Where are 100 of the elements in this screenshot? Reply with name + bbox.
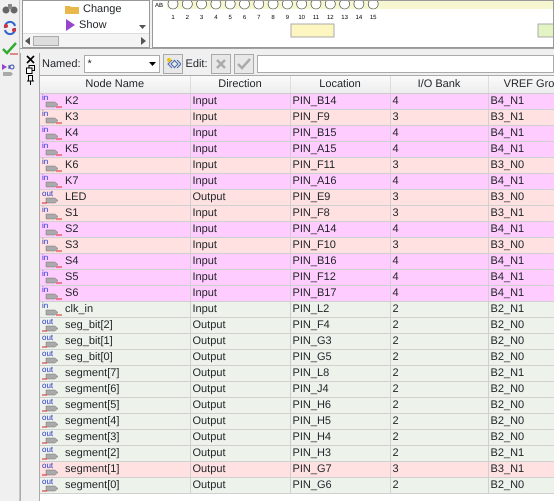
table-row[interactable]: out segment[5] Output PIN_H6 2 B2_N0 <box>40 397 554 413</box>
filter-button[interactable] <box>162 54 183 74</box>
node-name: clk_in <box>65 302 94 316</box>
table-row[interactable]: out seg_bit[0] Output PIN_G5 2 B2_N0 <box>40 349 554 365</box>
checkmark-icon <box>236 58 251 70</box>
node-name: K5 <box>65 142 78 156</box>
node-name: S1 <box>65 206 78 220</box>
tree-item[interactable]: Show <box>79 16 107 33</box>
refresh-icon[interactable] <box>2 20 18 36</box>
node-name: segment[3] <box>65 430 120 444</box>
table-cell: 2 <box>390 333 488 349</box>
table-cell: B4_N1 <box>488 173 554 189</box>
named-dropdown[interactable]: * <box>84 55 160 73</box>
table-cell: B2_N0 <box>488 381 554 397</box>
table-row[interactable]: out segment[4] Output PIN_H5 2 B2_N0 <box>40 413 554 429</box>
table-row[interactable]: in S2 Input PIN_A14 4 B4_N1 <box>40 221 554 237</box>
scroll-down-icon[interactable] <box>139 25 146 29</box>
play-icon <box>65 19 75 31</box>
table-cell: 2 <box>390 445 488 461</box>
node-name: S2 <box>65 222 78 236</box>
arrows-icon <box>164 57 181 71</box>
table-row[interactable]: in K2 Input PIN_B14 4 B4_N1 <box>40 93 554 109</box>
table-cell: B2_N1 <box>488 445 554 461</box>
table-cell: Output <box>190 445 290 461</box>
table-cell: PIN_L8 <box>290 365 390 381</box>
table-row[interactable]: in clk_in Input PIN_L2 2 B2_N1 <box>40 301 554 317</box>
table-row[interactable]: out segment[7] Output PIN_L8 2 B2_N1 <box>40 365 554 381</box>
table-row[interactable]: out LED Output PIN_E9 3 B3_N0 <box>40 189 554 205</box>
node-name: segment[1] <box>65 462 120 476</box>
table-row[interactable]: in K7 Input PIN_A16 4 B4_N1 <box>40 173 554 189</box>
node-name: seg_bit[0] <box>65 350 113 364</box>
table-cell: 2 <box>390 301 488 317</box>
node-name: seg_bit[2] <box>65 318 113 332</box>
pin-icon[interactable] <box>26 75 34 85</box>
table-cell: B3_N0 <box>488 157 554 173</box>
table-row[interactable]: out segment[6] Output PIN_J4 2 B2_N0 <box>40 381 554 397</box>
table-row[interactable]: in S6 Input PIN_B17 4 B4_N1 <box>40 285 554 301</box>
close-icon[interactable] <box>26 55 34 64</box>
scroll-right-icon[interactable] <box>141 36 147 44</box>
table-cell: 3 <box>390 157 488 173</box>
table-cell: Output <box>190 413 290 429</box>
restore-icon[interactable] <box>26 65 34 74</box>
edit-label: Edit: <box>186 56 208 72</box>
table-cell: Output <box>190 189 290 205</box>
table-row[interactable]: in S3 Input PIN_F10 3 B3_N0 <box>40 237 554 253</box>
table-row[interactable]: out segment[2] Output PIN_H3 2 B2_N1 <box>40 445 554 461</box>
table-row[interactable]: out segment[0] Output PIN_G6 2 B2_N0 <box>40 477 554 493</box>
table-cell: 3 <box>390 205 488 221</box>
column-header[interactable]: I/O Bank <box>390 76 488 93</box>
table-row[interactable]: out segment[1] Output PIN_G7 3 B3_N1 <box>40 461 554 477</box>
binoculars-icon[interactable] <box>2 2 18 14</box>
table-cell: B2_N0 <box>488 477 554 493</box>
table-cell: B2_N0 <box>488 413 554 429</box>
table-cell: Output <box>190 365 290 381</box>
table-cell: PIN_H5 <box>290 413 390 429</box>
table-cell: B4_N1 <box>488 125 554 141</box>
node-name: segment[0] <box>65 478 120 492</box>
table-row[interactable]: in S4 Input PIN_B16 4 B4_N1 <box>40 253 554 269</box>
table-cell: B2_N0 <box>488 349 554 365</box>
table-row[interactable]: out seg_bit[2] Output PIN_F4 2 B2_N0 <box>40 317 554 333</box>
bank-block <box>538 24 553 38</box>
table-cell: PIN_B17 <box>290 285 390 301</box>
table-row[interactable]: in S5 Input PIN_F12 4 B4_N1 <box>40 269 554 285</box>
edit-field[interactable] <box>256 55 554 73</box>
node-name: LED <box>65 190 86 204</box>
table-cell: 4 <box>390 253 488 269</box>
table-row[interactable]: in K3 Input PIN_F9 3 B3_N1 <box>40 109 554 125</box>
caret-icon <box>148 62 156 66</box>
node-name: segment[7] <box>65 366 120 380</box>
table-cell: 4 <box>390 269 488 285</box>
tree-item[interactable]: Change <box>83 1 122 18</box>
table-cell: Output <box>190 349 290 365</box>
node-name: S3 <box>65 238 78 252</box>
column-header[interactable]: Direction <box>190 76 290 93</box>
table-cell: PIN_G6 <box>290 477 390 493</box>
node-name: K2 <box>65 94 78 108</box>
table-row[interactable]: out seg_bit[1] Output PIN_G3 2 B2_N0 <box>40 333 554 349</box>
column-header[interactable]: VREF Gro <box>488 76 554 93</box>
table-cell: PIN_F9 <box>290 109 390 125</box>
table-row[interactable]: in K4 Input PIN_B15 4 B4_N1 <box>40 125 554 141</box>
table-cell: Output <box>190 477 290 493</box>
checkmark-icon[interactable] <box>2 42 18 56</box>
table-cell: Output <box>190 381 290 397</box>
table-cell: Input <box>190 285 290 301</box>
table-row[interactable]: out segment[3] Output PIN_H4 2 B2_N0 <box>40 429 554 445</box>
scroll-thumb[interactable] <box>33 36 59 46</box>
table-cell: B3_N1 <box>488 109 554 125</box>
table-cell: 2 <box>390 349 488 365</box>
column-header[interactable]: Location <box>290 76 390 93</box>
table-cell: 4 <box>390 173 488 189</box>
table-row[interactable]: in K6 Input PIN_F11 3 B3_N0 <box>40 157 554 173</box>
table-cell: 2 <box>390 365 488 381</box>
column-header[interactable]: Node Name <box>40 76 190 93</box>
table-cell: 4 <box>390 221 488 237</box>
table-row[interactable]: in K5 Input PIN_A15 4 B4_N1 <box>40 141 554 157</box>
table-row[interactable]: in S1 Input PIN_F8 3 B3_N1 <box>40 205 554 221</box>
table-cell: PIN_A16 <box>290 173 390 189</box>
node-name: segment[6] <box>65 382 120 396</box>
node-name: segment[2] <box>65 446 120 460</box>
scroll-left-icon[interactable] <box>25 36 31 44</box>
